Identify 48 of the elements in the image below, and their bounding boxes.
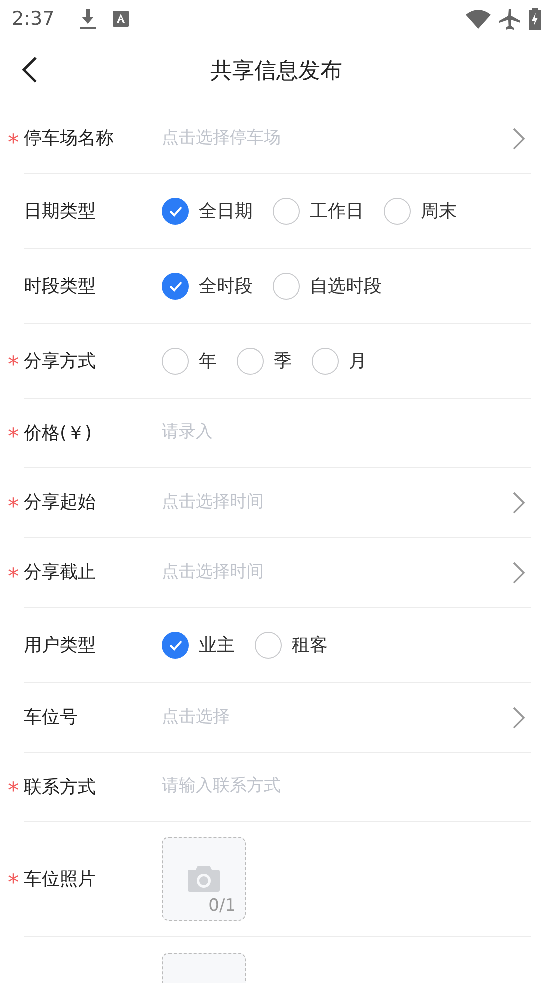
chevron-right-icon: [513, 706, 525, 728]
field-label: 用户类型: [24, 634, 97, 658]
required-mark: *: [8, 427, 19, 449]
select-field[interactable]: 点击选择时间: [162, 490, 462, 516]
field-label: 停车场名称: [24, 127, 115, 151]
radio-option[interactable]: 周末: [384, 198, 457, 224]
radio-option[interactable]: 租客: [255, 632, 328, 658]
radio-option[interactable]: 全日期: [162, 198, 253, 224]
radio-option[interactable]: 自选时段: [273, 272, 382, 300]
radio-option[interactable]: 业主: [162, 632, 235, 658]
required-mark: *: [8, 873, 19, 895]
required-mark: *: [8, 496, 19, 518]
chevron-right-icon: [513, 562, 525, 584]
required-mark: *: [8, 566, 19, 588]
upload-count: 0/1: [208, 894, 236, 918]
field-label: 价格(￥): [24, 422, 94, 446]
app-icon: [112, 11, 129, 27]
required-mark: *: [8, 781, 19, 803]
page-title: 共享信息发布: [210, 58, 342, 86]
select-field[interactable]: 点击选择时间: [162, 560, 462, 586]
field-label: 车位号: [24, 706, 79, 730]
status-time: 2:37: [12, 6, 55, 32]
back-icon[interactable]: [22, 56, 38, 84]
radio-option[interactable]: 月: [312, 348, 367, 374]
radio-option[interactable]: 年: [162, 348, 217, 374]
chevron-right-icon: [513, 128, 525, 150]
input-field[interactable]: 请录入: [162, 420, 462, 446]
select-field[interactable]: 点击选择: [162, 704, 462, 730]
field-label: 分享截止: [24, 561, 97, 585]
field-label: 时段类型: [24, 274, 97, 298]
download-icon: [78, 9, 97, 29]
field-label: 车位照片: [24, 868, 97, 892]
select-field[interactable]: 点击选择停车场: [162, 126, 462, 152]
field-label: 分享起始: [24, 491, 97, 515]
field-label: 日期类型: [24, 200, 97, 224]
required-mark: *: [8, 132, 19, 154]
battery-icon: [529, 8, 541, 30]
field-label: 分享方式: [24, 350, 97, 374]
input-field[interactable]: 请输入联系方式: [162, 774, 462, 800]
wifi-icon: [466, 9, 491, 29]
radio-option[interactable]: 工作日: [273, 198, 364, 224]
radio-option[interactable]: 全时段: [162, 272, 253, 300]
camera-icon: [188, 866, 220, 892]
required-mark: *: [8, 355, 19, 377]
chevron-right-icon: [513, 492, 525, 514]
radio-option[interactable]: 季: [237, 348, 292, 374]
field-label: 联系方式: [24, 776, 97, 800]
airplane-icon: [499, 8, 521, 30]
